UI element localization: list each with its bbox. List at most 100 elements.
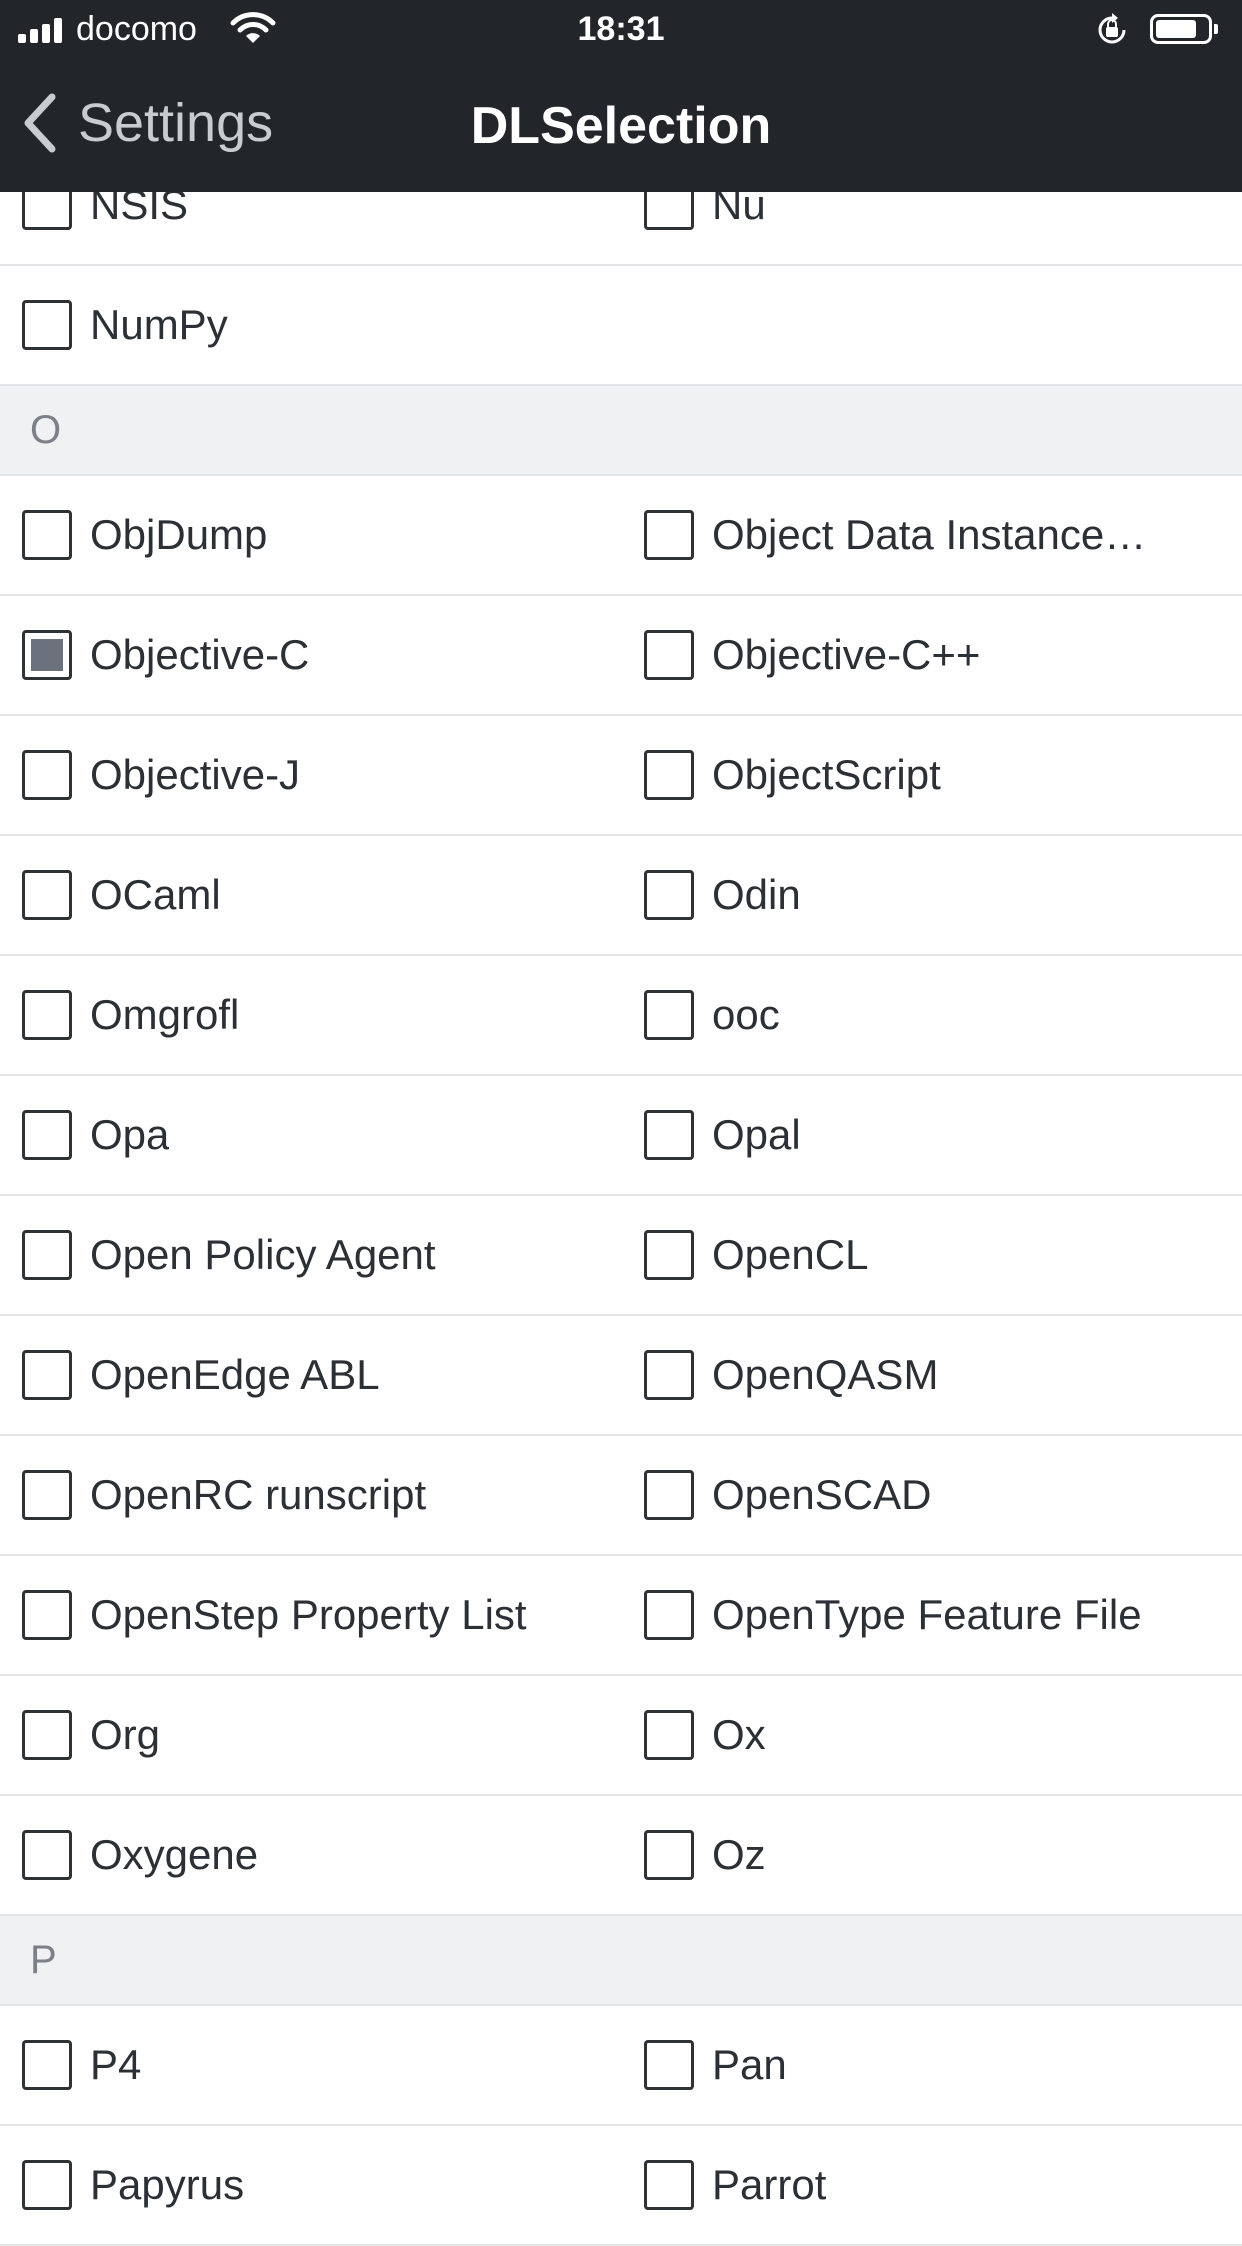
checkbox[interactable]	[644, 1230, 694, 1280]
orientation-lock-icon	[1098, 13, 1126, 44]
checkbox[interactable]	[22, 1710, 72, 1760]
language-option[interactable]: NumPy	[22, 266, 620, 384]
language-label: Objective-C++	[712, 631, 981, 678]
list-row: ObjDump Object Data Instance…	[0, 476, 1242, 596]
language-option[interactable]: OpenRC runscript	[22, 1436, 620, 1554]
language-option[interactable]: Opa	[22, 1076, 620, 1194]
page-title: DLSelection	[470, 97, 772, 155]
language-label: Objective-J	[90, 751, 301, 798]
checkbox[interactable]	[22, 1590, 72, 1640]
checkbox[interactable]	[22, 870, 72, 920]
language-option[interactable]: Open Policy Agent	[22, 1196, 620, 1314]
language-label: OpenStep Property List	[90, 1591, 527, 1638]
language-label: OpenQASM	[712, 1351, 939, 1398]
language-label: Objective-C	[90, 631, 310, 678]
list-row: Objective-J ObjectScript	[0, 716, 1242, 836]
checkbox[interactable]	[22, 300, 72, 350]
checkbox[interactable]	[644, 630, 694, 680]
checkbox[interactable]	[22, 1230, 72, 1280]
list-row: Opa Opal	[0, 1076, 1242, 1196]
list-row: OpenEdge ABL OpenQASM	[0, 1316, 1242, 1436]
list-row: Papyrus Parrot	[0, 2126, 1242, 2246]
language-option[interactable]: OpenSCAD	[644, 1436, 1234, 1554]
list-row: NumPy	[0, 266, 1242, 386]
navigation-bar: Settings DLSelection	[0, 60, 1242, 192]
checkbox[interactable]	[644, 750, 694, 800]
checkbox[interactable]	[22, 1110, 72, 1160]
language-label: ObjectScript	[712, 751, 941, 798]
language-option[interactable]: Opal	[644, 1076, 1234, 1194]
language-option[interactable]: Oz	[644, 1796, 1234, 1914]
language-label: OCaml	[90, 871, 221, 918]
language-option[interactable]: Pan	[644, 2006, 1234, 2124]
language-label: OpenCL	[712, 1231, 869, 1278]
language-label: NumPy	[90, 301, 228, 348]
checkbox[interactable]	[644, 1710, 694, 1760]
language-label: Ox	[712, 1711, 766, 1758]
checkbox[interactable]	[22, 1350, 72, 1400]
language-option[interactable]: OpenStep Property List	[22, 1556, 620, 1674]
checkbox[interactable]	[644, 2040, 694, 2090]
language-label: Object Data Instance…	[712, 511, 1147, 558]
language-option[interactable]: Objective-C++	[644, 596, 1234, 714]
section-header-label: O	[30, 408, 62, 452]
language-option[interactable]: ObjDump	[22, 476, 620, 594]
checkbox[interactable]	[22, 990, 72, 1040]
section-header: O	[0, 386, 1242, 476]
checkbox[interactable]	[644, 1830, 694, 1880]
language-label: Oz	[712, 1831, 766, 1878]
checkbox-checked[interactable]	[22, 630, 72, 680]
checkbox[interactable]	[644, 2160, 694, 2210]
list-row: OpenRC runscript OpenSCAD	[0, 1436, 1242, 1556]
language-option[interactable]: OpenCL	[644, 1196, 1234, 1314]
language-option[interactable]: ooc	[644, 956, 1234, 1074]
language-list[interactable]: NSIS Nu NumPy O ObjDump Object Data Instance……	[0, 146, 1242, 2246]
language-label: OpenRC runscript	[90, 1471, 427, 1518]
language-option[interactable]: OpenType Feature File	[644, 1556, 1234, 1674]
list-row: Open Policy Agent OpenCL	[0, 1196, 1242, 1316]
language-option[interactable]: Odin	[644, 836, 1234, 954]
language-option[interactable]: Object Data Instance…	[644, 476, 1234, 594]
language-option[interactable]: P4	[22, 2006, 620, 2124]
language-label: Opa	[90, 1111, 170, 1158]
status-bar: docomo 18:31	[0, 0, 1242, 60]
checkbox[interactable]	[644, 870, 694, 920]
language-option[interactable]: Parrot	[644, 2126, 1234, 2244]
language-label: Omgrofl	[90, 991, 240, 1038]
language-label: Parrot	[712, 2161, 827, 2208]
checkbox[interactable]	[644, 990, 694, 1040]
language-option[interactable]: OCaml	[22, 836, 620, 954]
language-label: OpenSCAD	[712, 1471, 932, 1518]
checkbox[interactable]	[22, 1830, 72, 1880]
list-row: OCaml Odin	[0, 836, 1242, 956]
checkbox[interactable]	[644, 510, 694, 560]
checkbox[interactable]	[22, 750, 72, 800]
language-option[interactable]: OpenQASM	[644, 1316, 1234, 1434]
status-time: 18:31	[577, 10, 665, 48]
section-header: P	[0, 1916, 1242, 2006]
list-row: Oxygene Oz	[0, 1796, 1242, 1916]
language-label: Odin	[712, 871, 801, 918]
language-label: Papyrus	[90, 2161, 245, 2208]
language-option[interactable]: Objective-C	[22, 596, 620, 714]
checkbox[interactable]	[644, 1470, 694, 1520]
checkbox[interactable]	[22, 1470, 72, 1520]
language-option[interactable]: Objective-J	[22, 716, 620, 834]
checkbox[interactable]	[644, 1350, 694, 1400]
language-option[interactable]: Oxygene	[22, 1796, 620, 1914]
language-option[interactable]: Org	[22, 1676, 620, 1794]
language-option[interactable]: Papyrus	[22, 2126, 620, 2244]
checkbox[interactable]	[644, 1590, 694, 1640]
list-row: OpenStep Property List OpenType Feature F…	[0, 1556, 1242, 1676]
checkbox[interactable]	[644, 1110, 694, 1160]
language-option[interactable]: OpenEdge ABL	[22, 1316, 620, 1434]
language-option[interactable]: Omgrofl	[22, 956, 620, 1074]
language-option[interactable]: ObjectScript	[644, 716, 1234, 834]
language-label: Oxygene	[90, 1831, 259, 1878]
checkbox[interactable]	[22, 510, 72, 560]
language-label: Org	[90, 1711, 161, 1758]
language-option[interactable]: Ox	[644, 1676, 1234, 1794]
checkbox[interactable]	[22, 2160, 72, 2210]
checkbox[interactable]	[22, 2040, 72, 2090]
section-header-label: P	[30, 1938, 57, 1982]
